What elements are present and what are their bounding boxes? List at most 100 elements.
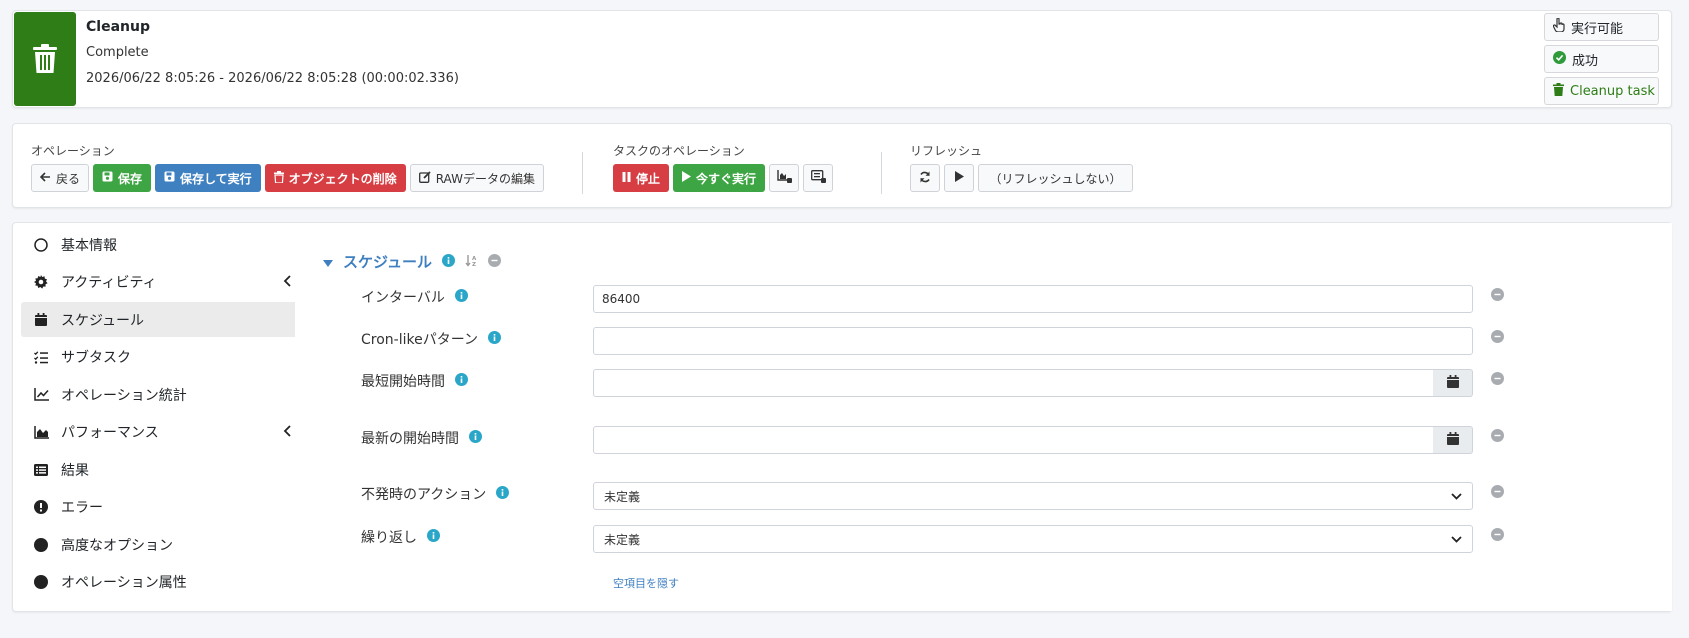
task-header: Cleanup Complete 2026/06/22 8:05:26 - 20… [12, 10, 1672, 108]
cron-input[interactable] [593, 327, 1473, 355]
info-icon[interactable] [441, 253, 455, 271]
status-badges: 実行可能 成功 Cleanup task [1544, 13, 1659, 109]
run-now-button[interactable]: 今すぐ実行 [673, 164, 766, 192]
sidebar-item-subtasks[interactable]: サブタスク [21, 340, 301, 375]
sidebar-item-label: アクティビティ [61, 275, 157, 291]
sidebar-item-label: オペレーション属性 [61, 575, 187, 591]
back-button-label: 戻る [56, 171, 81, 186]
field-label: Cron-likeパターン [361, 332, 479, 348]
operations-panel: オペレーション 戻る 保存 保存して実行 オブジェクトの削除 RAWデータの編集… [12, 123, 1672, 208]
section-title: スケジュール [343, 253, 432, 271]
latest-start-label: 最新の開始時間 [361, 428, 482, 448]
stop-button[interactable]: 停止 [613, 164, 670, 192]
save-and-run-button[interactable]: 保存して実行 [155, 164, 261, 192]
sidebar-item-operation-attributes[interactable]: オペレーション属性 [21, 565, 301, 600]
info-icon[interactable] [469, 429, 482, 447]
badge-label: 実行可能 [1571, 21, 1624, 37]
sidebar-item-label: パフォーマンス [61, 425, 159, 441]
minus-circle-icon[interactable] [487, 253, 501, 271]
trash-icon [14, 12, 76, 106]
statistics-button[interactable] [769, 164, 800, 192]
save-button[interactable]: 保存 [93, 164, 152, 192]
sort-icon[interactable]: AZ [465, 253, 478, 271]
trash-icon [1553, 82, 1564, 100]
minus-circle-icon[interactable] [1491, 288, 1504, 305]
sidebar-item-operation-stats[interactable]: オペレーション統計 [21, 377, 301, 412]
main-panel: 基本情報 アクティビティ スケジュール サブタスク オペレーション統計 パフォー… [12, 222, 1672, 612]
sidebar-item-schedule[interactable]: スケジュール [21, 302, 301, 337]
sidebar-item-label: 高度なオプション [61, 537, 173, 554]
sidebar-item-performance[interactable]: パフォーマンス [21, 415, 301, 450]
run-now-label: 今すぐ実行 [696, 171, 757, 186]
field-label: 最短開始時間 [361, 374, 445, 390]
archetype-badge[interactable]: Cleanup task [1544, 77, 1659, 105]
chevron-down-icon [1451, 532, 1462, 546]
divider [881, 152, 882, 194]
info-icon[interactable] [455, 372, 468, 390]
refresh-interval-value: （リフレッシュしない） [989, 171, 1122, 186]
task-operations-label: タスクのオペレーション [613, 144, 745, 158]
refresh-interval-select[interactable]: （リフレッシュしない） [978, 164, 1133, 192]
recurrence-label: 繰り返し [361, 527, 440, 547]
sidebar-item-activity[interactable]: アクティビティ [21, 265, 301, 300]
line-chart-icon [33, 387, 49, 403]
caret-down-icon [323, 253, 333, 271]
minus-circle-icon[interactable] [1491, 372, 1504, 389]
info-icon[interactable] [454, 288, 468, 306]
auto-refresh-play-button[interactable] [944, 164, 974, 192]
badge-label: 成功 [1572, 53, 1599, 69]
exclamation-circle-icon [33, 499, 49, 515]
minus-circle-icon[interactable] [1491, 485, 1504, 502]
floppy-disk-icon [164, 171, 175, 185]
filled-circle-icon [33, 574, 49, 590]
earliest-start-input[interactable] [593, 369, 1435, 397]
sidebar-item-label: スケジュール [61, 312, 145, 329]
interval-input[interactable]: 86400 [593, 285, 1473, 313]
stop-button-label: 停止 [636, 171, 661, 186]
latest-calendar-button[interactable] [1433, 426, 1473, 454]
minus-circle-icon[interactable] [1491, 429, 1504, 446]
misfire-action-select[interactable]: 未定義 [593, 482, 1473, 510]
field-label: 不発時のアクション [361, 487, 487, 503]
hide-empty-fields-link[interactable]: 空項目を隠す [613, 575, 679, 591]
latest-start-input[interactable] [593, 426, 1435, 454]
sidebar-item-label: サブタスク [61, 350, 131, 366]
schedule-section-header[interactable]: スケジュール AZ [323, 251, 501, 272]
info-icon[interactable] [496, 485, 510, 503]
info-icon[interactable] [427, 528, 440, 546]
sidebar-item-advanced-options[interactable]: 高度なオプション [21, 527, 301, 562]
edit-raw-label: RAWデータの編集 [435, 171, 535, 186]
refresh-button[interactable] [910, 164, 940, 192]
calendar-icon [1446, 374, 1459, 392]
pause-icon [622, 171, 631, 185]
earliest-calendar-button[interactable] [1433, 369, 1473, 397]
task-title: Cleanup [86, 19, 150, 35]
delete-object-button[interactable]: オブジェクトの削除 [264, 164, 406, 192]
chevron-left-icon [283, 424, 291, 441]
sidebar-item-basic-info[interactable]: 基本情報 [21, 227, 301, 262]
chevron-left-icon [283, 274, 291, 291]
circle-outline-icon [33, 237, 49, 253]
field-label: 最新の開始時間 [361, 431, 459, 447]
info-icon[interactable] [488, 330, 502, 348]
save-button-label: 保存 [118, 171, 143, 186]
play-icon [954, 171, 964, 185]
sidebar-item-errors[interactable]: エラー [21, 490, 301, 525]
refresh-label: リフレッシュ [910, 144, 983, 158]
check-circle-icon [1553, 50, 1566, 68]
filled-circle-icon [33, 537, 49, 553]
sidebar-item-label: 結果 [61, 462, 89, 479]
area-chart-icon [33, 424, 49, 440]
minus-circle-icon[interactable] [1491, 528, 1504, 545]
back-button[interactable]: 戻る [31, 164, 90, 192]
sidebar-item-results[interactable]: 結果 [21, 452, 301, 487]
cron-label: Cron-likeパターン [361, 329, 502, 349]
misfire-action-label: 不発時のアクション [361, 484, 510, 504]
play-icon [682, 171, 692, 185]
results-button[interactable] [803, 164, 834, 192]
recurrence-select[interactable]: 未定義 [593, 525, 1473, 553]
minus-circle-icon[interactable] [1491, 330, 1504, 347]
hand-pointer-icon [1552, 17, 1565, 36]
chart-area-icon [776, 170, 792, 186]
edit-raw-button[interactable]: RAWデータの編集 [409, 164, 544, 192]
